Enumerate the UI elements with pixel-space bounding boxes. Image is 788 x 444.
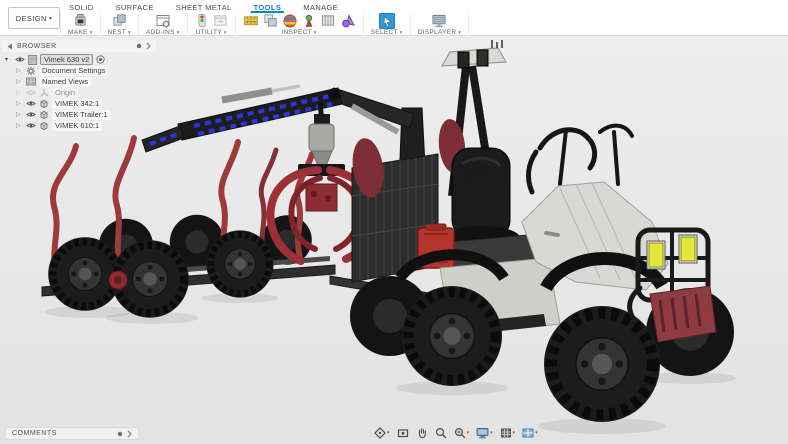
displayer-monitor-icon[interactable] <box>431 13 447 29</box>
utility-window-icon[interactable] <box>213 13 228 28</box>
crane-boom-inner <box>330 88 414 128</box>
zoom-button[interactable] <box>435 427 447 439</box>
expand-caret-icon[interactable]: ▷ <box>16 79 23 85</box>
comments-title: COMMENTS <box>12 430 57 437</box>
add-ins-icon[interactable] <box>155 13 171 29</box>
grid-and-snaps-button[interactable]: ▾ <box>500 427 516 439</box>
select-cursor-icon[interactable] <box>379 13 395 29</box>
browser-panel: BROWSER ▾ Vimek 63 <box>2 40 156 131</box>
interference-icon[interactable] <box>263 13 278 28</box>
display-settings-button[interactable]: ▾ <box>476 427 493 439</box>
group-add-ins[interactable]: ADD-INS <box>139 13 188 36</box>
tree-item-vimek-trailer[interactable]: ▷ VIMEK Trailer:1 <box>2 109 156 120</box>
tree-item-document-settings[interactable]: ▷ Document Settings <box>2 65 156 76</box>
expand-caret-icon[interactable]: ▷ <box>16 112 23 118</box>
rotator <box>309 124 334 151</box>
tree-item-named-views[interactable]: ▷ Named Views <box>2 76 156 87</box>
measure-icon[interactable] <box>243 13 259 28</box>
group-make-label: MAKE <box>68 29 93 36</box>
viewport-canvas[interactable]: BROWSER ▾ Vimek 63 <box>0 36 788 444</box>
tree-item-vimek-342[interactable]: ▷ VIMEK 342:1 <box>2 98 156 109</box>
handlebars <box>529 126 632 192</box>
front-bumper <box>650 286 716 342</box>
root-component-label[interactable]: Vimek 630 v2 <box>40 54 93 65</box>
group-inspect-label: INSPECT <box>282 29 317 36</box>
top-toolbar: DESIGN SOLID SURFACE SHEET METAL TOOLS M… <box>0 0 788 36</box>
comments-bar[interactable]: COMMENTS <box>5 427 139 440</box>
fusion-window: DESIGN SOLID SURFACE SHEET METAL TOOLS M… <box>0 0 788 444</box>
comments-dot-icon[interactable] <box>117 431 123 437</box>
carrier-mid[interactable] <box>349 40 560 386</box>
tree-item-vimek-610[interactable]: ▷ VIMEK 610:1 <box>2 120 156 131</box>
component-icon <box>39 110 49 120</box>
tree-item-label[interactable]: Document Settings <box>39 66 108 76</box>
browser-tree: ▾ Vimek 630 v2 ▷ <box>2 54 156 131</box>
group-select[interactable]: SELECT <box>364 13 411 36</box>
group-displayer[interactable]: DISPLAYER <box>411 13 470 36</box>
document-icon <box>28 55 37 65</box>
look-at-button[interactable] <box>397 427 409 439</box>
activate-radio-icon[interactable] <box>96 55 105 64</box>
expand-caret-icon[interactable]: ▷ <box>16 101 23 107</box>
panel-dot-icon[interactable] <box>136 43 142 49</box>
group-nest-label: NEST <box>108 29 131 36</box>
tree-item-label[interactable]: VIMEK 610:1 <box>52 121 102 131</box>
browser-title: BROWSER <box>17 43 57 50</box>
group-add-ins-label: ADD-INS <box>146 29 180 36</box>
expand-caret-icon[interactable]: ▷ <box>16 90 23 96</box>
panel-flyout-chevron-icon[interactable] <box>146 42 151 50</box>
section-analysis-icon[interactable] <box>320 13 336 28</box>
visibility-eye-icon[interactable] <box>15 56 25 63</box>
expand-caret-icon[interactable]: ▷ <box>16 68 23 74</box>
component-icon <box>39 121 49 131</box>
visibility-eye-icon[interactable] <box>26 122 36 129</box>
traffic-light-icon[interactable] <box>195 13 209 28</box>
browser-header: BROWSER <box>2 40 156 52</box>
group-utility-label: UTILITY <box>196 29 227 36</box>
tab-manage[interactable]: MANAGE <box>300 0 341 13</box>
tree-item-label[interactable]: Origin <box>52 88 78 98</box>
draft-analysis-icon[interactable] <box>302 13 316 29</box>
group-inspect[interactable]: INSPECT <box>236 13 364 36</box>
fit-button[interactable]: ▾ <box>454 427 470 439</box>
named-views-icon <box>26 77 36 86</box>
component-icon <box>39 99 49 109</box>
tree-item-label[interactable]: Named Views <box>39 77 91 87</box>
ribbon-groups: MAKE NEST ADD-INS <box>60 13 469 36</box>
component-color-icon[interactable] <box>340 13 356 29</box>
origin-axes-icon <box>39 88 49 98</box>
visibility-eye-icon[interactable] <box>26 111 36 118</box>
group-select-label: SELECT <box>371 29 403 36</box>
tree-root-component[interactable]: ▾ Vimek 630 v2 <box>2 54 156 65</box>
viewports-button[interactable]: ▾ <box>522 427 538 439</box>
group-utility[interactable]: UTILITY <box>188 13 236 36</box>
visibility-eye-icon[interactable] <box>26 100 36 107</box>
gear-icon <box>26 66 36 76</box>
design-workspace-button[interactable]: DESIGN <box>8 7 60 29</box>
tab-tools[interactable]: TOOLS <box>251 0 285 13</box>
ribbon-tabs: SOLID SURFACE SHEET METAL TOOLS MANAGE <box>66 0 341 13</box>
expand-caret-icon[interactable]: ▾ <box>5 57 12 63</box>
group-displayer-label: DISPLAYER <box>418 29 462 36</box>
visibility-eye-icon[interactable] <box>26 89 36 96</box>
tree-item-label[interactable]: VIMEK 342:1 <box>52 99 102 109</box>
tab-surface[interactable]: SURFACE <box>113 0 157 13</box>
group-nest[interactable]: NEST <box>101 13 139 36</box>
navigation-toolbar: ▾ ▾ ▾ ▾ <box>374 426 538 440</box>
3d-print-icon[interactable] <box>73 13 88 28</box>
comments-expand-chevron-icon[interactable] <box>127 430 132 438</box>
group-make[interactable]: MAKE <box>60 13 101 36</box>
collapse-panel-icon[interactable] <box>7 43 13 50</box>
orbit-button[interactable]: ▾ <box>374 427 390 439</box>
tree-item-label[interactable]: VIMEK Trailer:1 <box>52 110 111 120</box>
curvature-map-icon[interactable] <box>282 13 298 29</box>
tab-sheet-metal[interactable]: SHEET METAL <box>173 0 235 13</box>
bogie-hub <box>109 271 127 289</box>
nest-icon[interactable] <box>112 13 127 28</box>
tree-item-origin[interactable]: ▷ Origin <box>2 87 156 98</box>
expand-caret-icon[interactable]: ▷ <box>16 123 23 129</box>
design-workspace-label: DESIGN <box>16 14 47 23</box>
pan-button[interactable] <box>416 427 428 439</box>
tab-solid[interactable]: SOLID <box>66 0 97 13</box>
